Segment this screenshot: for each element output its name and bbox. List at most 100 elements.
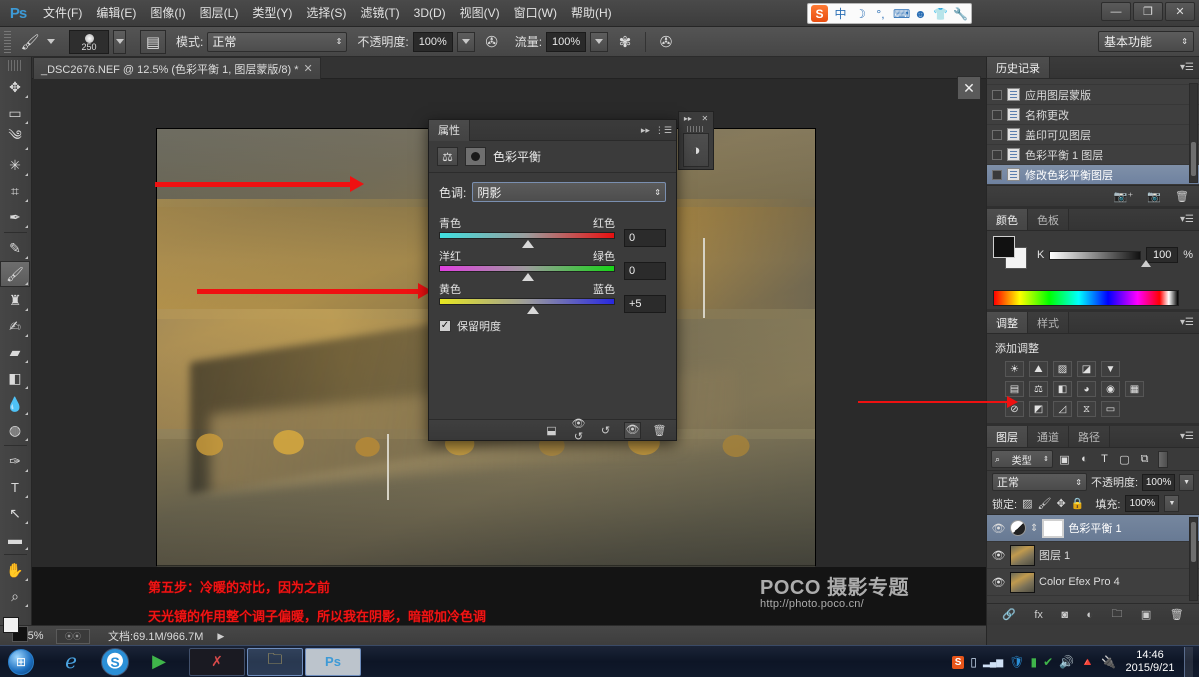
taskbar-sogou[interactable]: S: [101, 647, 129, 676]
menu-3d[interactable]: 3D(D): [407, 0, 453, 26]
color-lookup-icon[interactable]: ▦: [1125, 381, 1144, 397]
layer-fill-value[interactable]: 100%: [1125, 495, 1160, 512]
taskbar-explorer[interactable]: 🗀: [247, 647, 303, 676]
menu-view[interactable]: 视图(V): [453, 0, 507, 26]
taskbar-clock[interactable]: 14:46 2015/9/21: [1122, 649, 1178, 675]
tab-adjustments[interactable]: 调整: [987, 312, 1028, 333]
brush-panel-toggle-icon[interactable]: ▤: [140, 29, 166, 54]
history-snapshot-checkbox[interactable]: [992, 129, 1002, 140]
magenta-green-value[interactable]: 0: [624, 262, 666, 280]
blend-mode-select[interactable]: 正常 ⇕: [207, 31, 348, 52]
layer-visibility-icon[interactable]: 👁: [991, 549, 1006, 562]
history-scrollbar[interactable]: [1189, 83, 1198, 183]
cyan-red-value[interactable]: 0: [624, 229, 666, 247]
menu-layer[interactable]: 图层(L): [193, 0, 246, 26]
status-bar-menu-icon[interactable]: ▶: [217, 631, 224, 642]
menu-window[interactable]: 窗口(W): [507, 0, 564, 26]
history-item-0[interactable]: 应用图层蒙版: [987, 85, 1199, 105]
filter-type-icon[interactable]: T: [1096, 450, 1113, 468]
pressure-opacity-icon[interactable]: ✇: [479, 30, 505, 54]
tab-swatches[interactable]: 色板: [1028, 209, 1069, 230]
toggle-visibility-icon[interactable]: 👁: [624, 421, 641, 439]
layer-mask-icon[interactable]: [465, 147, 486, 166]
color-balance-icon[interactable]: ⚖: [1029, 381, 1048, 397]
magic-wand-tool[interactable]: ✳: [0, 152, 30, 178]
mini-dock-grip[interactable]: [687, 126, 705, 132]
layer-opacity-dropdown-icon[interactable]: ▼: [1179, 473, 1194, 491]
ime-chinese-icon[interactable]: 中: [833, 5, 848, 22]
ime-settings-icon[interactable]: 🔧: [953, 7, 968, 21]
tray-shield-icon[interactable]: 🛡: [1009, 655, 1024, 669]
k-channel-slider-thumb[interactable]: [1141, 259, 1152, 267]
history-item-2[interactable]: 盖印可见图层: [987, 125, 1199, 145]
delete-adjustment-icon[interactable]: 🗑: [651, 424, 668, 437]
ime-toolbar[interactable]: S 中 ☽ °, ⌨ ☻ 👕 🔧: [807, 3, 972, 24]
layer-filter-select[interactable]: ⌕ 类型 ⇕: [991, 450, 1053, 468]
history-item-4[interactable]: 修改色彩平衡图层: [987, 165, 1199, 185]
eyedropper-tool[interactable]: ✒: [0, 204, 30, 230]
ime-punctuation-icon[interactable]: °,: [873, 7, 888, 21]
layer-thumbnail[interactable]: [1010, 571, 1035, 593]
properties-panel[interactable]: 属性 ▸▸ ⋮☰ ⚖ 色彩平衡 色调: 阴影 ⇕ 青色 红色 0 洋红 绿色 0…: [428, 119, 677, 443]
menu-select[interactable]: 选择(S): [299, 0, 353, 26]
lock-transparent-pixels-icon[interactable]: ▨: [1022, 497, 1032, 510]
tab-layers[interactable]: 图层: [987, 426, 1028, 447]
collapse-panel-icon[interactable]: ▸▸: [641, 125, 650, 136]
history-snapshot-checkbox[interactable]: [992, 169, 1002, 180]
brush-preset-spinner[interactable]: [113, 29, 126, 54]
view-previous-icon[interactable]: 👁↺: [570, 417, 587, 443]
airbrush-icon[interactable]: ✾: [612, 30, 638, 54]
canvas-close-button[interactable]: ✕: [957, 76, 981, 100]
posterize-icon[interactable]: ◩: [1029, 401, 1048, 417]
preserve-luminosity-row[interactable]: ✓ 保留明度: [439, 318, 666, 334]
tray-usb-icon[interactable]: ▯: [970, 655, 977, 669]
yellow-blue-slider[interactable]: [439, 298, 615, 314]
mini-dock-close-icon[interactable]: ✕: [701, 114, 708, 123]
adjustment-layer-thumbnail[interactable]: [1010, 520, 1026, 536]
taskbar-xmind[interactable]: ✗: [189, 647, 245, 676]
close-window-button[interactable]: ✕: [1165, 2, 1195, 21]
taskbar-ie[interactable]: ℯ: [43, 648, 99, 676]
adjustments-preset-icon[interactable]: ◑: [683, 133, 709, 167]
gradient-map-icon[interactable]: ▭: [1101, 401, 1120, 417]
options-bar-grip[interactable]: [4, 30, 11, 53]
color-foreground-swatch[interactable]: [993, 236, 1015, 258]
brush-size-preview[interactable]: 250: [69, 29, 109, 54]
history-list[interactable]: 应用图层蒙版 名称更改 盖印可见图层 色彩平衡 1 图层 修改色彩平衡图层: [987, 79, 1199, 185]
gradient-tool[interactable]: ◧: [0, 365, 30, 391]
clip-to-layer-icon[interactable]: ⬓: [543, 424, 560, 437]
brush-tool-icon[interactable]: 🖌: [17, 30, 43, 54]
eraser-tool[interactable]: ▰: [0, 339, 30, 365]
magenta-green-slider[interactable]: [439, 265, 615, 281]
layer-mask-link-icon[interactable]: ⇕: [1030, 523, 1038, 534]
new-layer-icon[interactable]: ▣: [1141, 608, 1151, 621]
color-swatches[interactable]: [1, 615, 31, 645]
layer-row-color-efex[interactable]: 👁 Color Efex Pro 4: [987, 569, 1199, 596]
tab-history[interactable]: 历史记录: [987, 57, 1050, 78]
dodge-tool[interactable]: ◍: [0, 417, 30, 443]
document-tab-close-icon[interactable]: ✕: [304, 62, 313, 75]
minimize-button[interactable]: —: [1101, 2, 1131, 21]
crop-tool[interactable]: ⌗: [0, 178, 30, 204]
yellow-blue-value[interactable]: +5: [624, 295, 666, 313]
show-desktop-button[interactable]: [1184, 647, 1193, 677]
foreground-color-swatch[interactable]: [3, 617, 19, 633]
history-snapshot-checkbox[interactable]: [992, 149, 1002, 160]
hue-saturation-icon[interactable]: ▤: [1005, 381, 1024, 397]
menu-image[interactable]: 图像(I): [143, 0, 192, 26]
type-tool[interactable]: T: [0, 474, 30, 500]
yellow-blue-slider-thumb[interactable]: [527, 306, 539, 314]
opacity-dropdown-icon[interactable]: [456, 31, 475, 52]
sogou-ime-icon[interactable]: S: [811, 5, 828, 22]
color-panel-swatches[interactable]: [993, 236, 1027, 269]
restore-button[interactable]: ❐: [1133, 2, 1163, 21]
filter-shape-icon[interactable]: ▢: [1116, 450, 1133, 468]
history-item-1[interactable]: 名称更改: [987, 105, 1199, 125]
history-item-3[interactable]: 色彩平衡 1 图层: [987, 145, 1199, 165]
mini-dock-panel[interactable]: ▸▸ ✕ ◑: [678, 111, 714, 170]
properties-tab[interactable]: 属性: [429, 119, 470, 141]
menu-help[interactable]: 帮助(H): [564, 0, 619, 26]
delete-state-icon[interactable]: 🗑: [1175, 190, 1189, 203]
layer-opacity-value[interactable]: 100%: [1142, 473, 1176, 491]
properties-menu-icon[interactable]: ⋮☰: [655, 125, 672, 136]
